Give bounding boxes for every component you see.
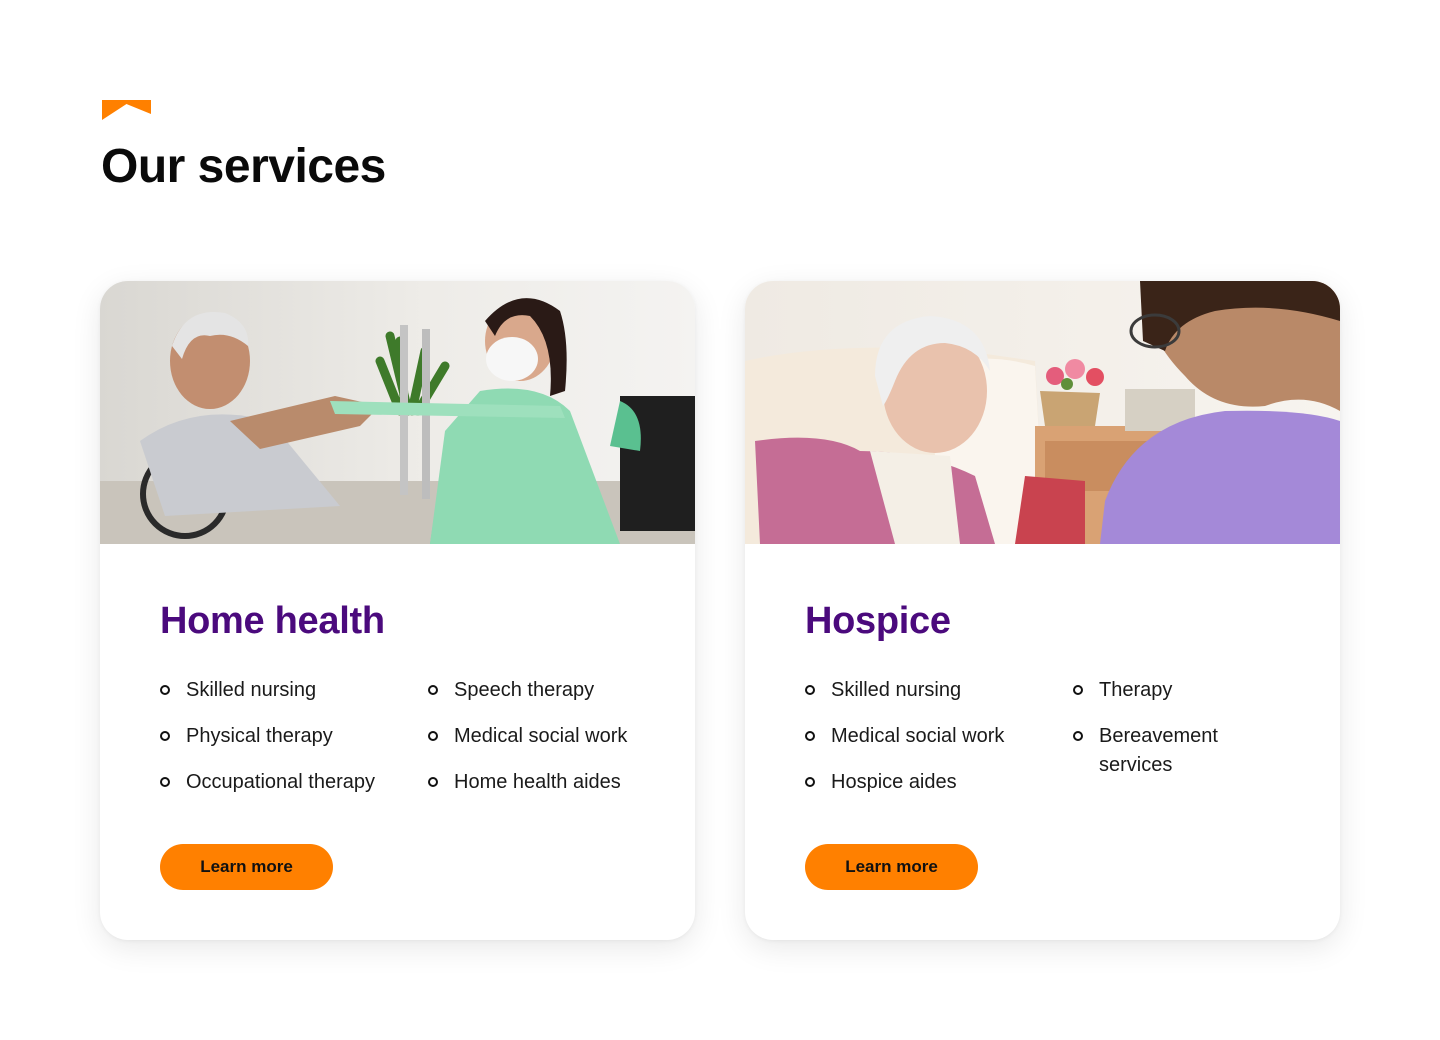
card-title: Home health <box>160 600 385 642</box>
services-page: Our services Home health Skilled nursing… <box>0 0 1440 1040</box>
bullet-icon <box>160 731 170 741</box>
services-list: Skilled nursing Medical social work Hosp… <box>805 676 1280 814</box>
list-item-label: Medical social work <box>454 725 628 747</box>
bullet-icon <box>428 777 438 787</box>
list-item: Medical social work <box>428 722 635 751</box>
list-item-label: Bereavement services <box>1099 725 1218 776</box>
brand-chevron-icon <box>102 100 151 120</box>
service-card-home-health: Home health Skilled nursing Physical the… <box>100 281 695 940</box>
list-item-label: Physical therapy <box>186 725 333 747</box>
list-item: Occupational therapy <box>160 768 428 797</box>
list-item: Home health aides <box>428 768 635 797</box>
home-health-photo <box>100 281 695 544</box>
services-list: Skilled nursing Physical therapy Occupat… <box>160 676 635 814</box>
list-item-label: Hospice aides <box>831 771 957 793</box>
list-item: Bereavement services <box>1073 722 1280 780</box>
bullet-icon <box>160 685 170 695</box>
services-column: Speech therapy Medical social work Home … <box>428 676 635 814</box>
card-title: Hospice <box>805 600 951 642</box>
bullet-icon <box>160 777 170 787</box>
learn-more-button[interactable]: Learn more <box>160 844 333 890</box>
bullet-icon <box>428 685 438 695</box>
bullet-icon <box>1073 731 1083 741</box>
section-header: Our services <box>101 100 386 191</box>
list-item-label: Medical social work <box>831 725 1005 747</box>
bullet-icon <box>805 777 815 787</box>
card-body: Home health Skilled nursing Physical the… <box>100 544 695 814</box>
list-item-label: Speech therapy <box>454 679 595 701</box>
list-item-label: Therapy <box>1099 679 1173 701</box>
card-body: Hospice Skilled nursing Medical social w… <box>745 544 1340 814</box>
list-item-label: Skilled nursing <box>831 679 962 701</box>
list-item: Speech therapy <box>428 676 635 705</box>
list-item: Therapy <box>1073 676 1280 705</box>
list-item: Skilled nursing <box>160 676 428 705</box>
service-card-hospice: Hospice Skilled nursing Medical social w… <box>745 281 1340 940</box>
bullet-icon <box>1073 685 1083 695</box>
list-item: Skilled nursing <box>805 676 1073 705</box>
bullet-icon <box>805 685 815 695</box>
list-item-label: Skilled nursing <box>186 679 317 701</box>
list-item: Physical therapy <box>160 722 428 751</box>
section-title: Our services <box>101 140 386 193</box>
learn-more-button[interactable]: Learn more <box>805 844 978 890</box>
services-column: Skilled nursing Medical social work Hosp… <box>805 676 1073 814</box>
list-item-label: Occupational therapy <box>186 771 376 793</box>
list-item: Medical social work <box>805 722 1073 751</box>
list-item-label: Home health aides <box>454 771 621 793</box>
list-item: Hospice aides <box>805 768 1073 797</box>
hospice-photo <box>745 281 1340 544</box>
bullet-icon <box>805 731 815 741</box>
services-column: Therapy Bereavement services <box>1073 676 1280 814</box>
services-column: Skilled nursing Physical therapy Occupat… <box>160 676 428 814</box>
bullet-icon <box>428 731 438 741</box>
